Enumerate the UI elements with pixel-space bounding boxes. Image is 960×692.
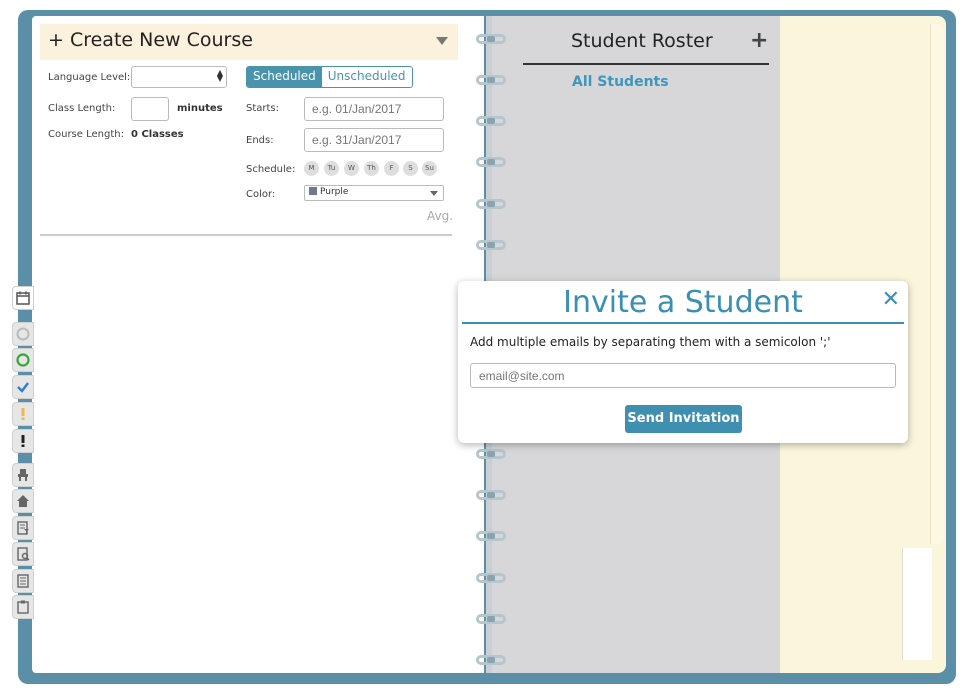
binder-ring [476,116,506,126]
day-toggle-s[interactable]: S [403,161,418,176]
binder-ring [476,34,506,44]
side-tab-green-circle[interactable] [12,348,34,372]
side-tab-grey-circle[interactable] [12,322,34,346]
side-tab-clipboard[interactable] [12,595,34,619]
document-filter-icon [17,521,29,535]
class-length-unit: minutes [177,103,223,114]
scheduled-button[interactable]: Scheduled [247,67,322,87]
document-search-icon [17,547,30,561]
circle-grey-icon [16,327,30,341]
language-level-select[interactable]: ▲ ▼ [131,66,227,88]
calendar-icon [16,291,30,305]
chevron-down-icon [430,191,438,196]
color-select[interactable]: Purple [304,185,444,201]
side-tab-chair[interactable] [12,463,34,487]
side-tab-doc-filter[interactable] [12,516,34,540]
document-list-icon [17,574,29,588]
binder-ring [476,240,506,250]
folder-tab [902,548,932,660]
section-divider [40,234,452,236]
close-icon[interactable]: ✕ [882,287,900,312]
day-toggle-m[interactable]: M [304,161,319,176]
color-label: Color: [246,189,276,200]
clipboard-icon [17,600,29,614]
binder-ring [476,199,506,209]
class-length-label: Class Length: [48,103,116,114]
create-course-header[interactable]: + Create New Course [40,24,458,60]
side-tab-home[interactable] [12,489,34,513]
day-toggle-th[interactable]: Th [364,161,379,176]
chevron-down-icon[interactable] [436,37,448,45]
color-swatch [309,187,317,195]
select-arrows-icon: ▲ ▼ [216,68,223,83]
avg-label: Avg. [427,209,454,223]
unscheduled-button[interactable]: Unscheduled [321,67,412,87]
schedule-label: Schedule: [246,164,296,175]
invite-student-modal: Invite a Student ✕ Add multiple emails b… [458,281,908,443]
binder-ring [476,157,506,167]
day-toggle-w[interactable]: W [344,161,359,176]
roster-divider [523,63,769,65]
course-length-label: Course Length: [48,129,124,140]
chair-icon [18,469,28,481]
day-toggle-f[interactable]: F [384,161,399,176]
ends-label: Ends: [246,135,274,146]
color-value: Purple [320,187,349,197]
side-tab-check[interactable] [12,375,34,399]
modal-title: Invite a Student [563,285,803,320]
exclamation-orange-icon [21,408,25,420]
circle-green-icon [16,353,30,367]
exclamation-black-icon [21,435,25,447]
modal-divider [462,322,904,324]
starts-date-input[interactable] [304,97,444,121]
send-invitation-button[interactable]: Send Invitation [625,405,742,433]
all-students-link[interactable]: All Students [572,74,669,90]
binder-ring [476,573,506,583]
side-tab-exclamation-orange[interactable] [12,402,34,426]
schedule-mode-toggle: Scheduled Unscheduled [246,66,413,88]
checkmark-icon [17,382,29,393]
create-course-title: + Create New Course [48,29,253,51]
course-length-value: 0 Classes [131,129,184,140]
ends-date-input[interactable] [304,128,444,152]
binder-ring [476,655,506,665]
class-length-input[interactable] [131,97,169,121]
side-tab-doc-list[interactable] [12,569,34,593]
binder-ring [476,449,506,459]
day-toggle-tu[interactable]: Tu [324,161,339,176]
side-tab-exclamation-black[interactable] [12,429,34,453]
day-toggle-su[interactable]: Su [422,161,437,176]
modal-instructions: Add multiple emails by separating them w… [470,335,831,349]
starts-label: Starts: [246,103,280,114]
binder-ring [476,75,506,85]
side-tab-calendar[interactable] [12,286,34,310]
binder-ring [476,490,506,500]
roster-title: Student Roster [571,30,713,52]
language-level-label: Language Level: [48,72,131,83]
binder-ring [476,614,506,624]
add-student-button[interactable]: + [750,28,768,53]
email-input[interactable] [470,363,896,388]
side-tab-doc-search[interactable] [12,542,34,566]
home-icon [17,495,29,507]
binder-ring [476,531,506,541]
yellow-page-edge [930,24,944,544]
